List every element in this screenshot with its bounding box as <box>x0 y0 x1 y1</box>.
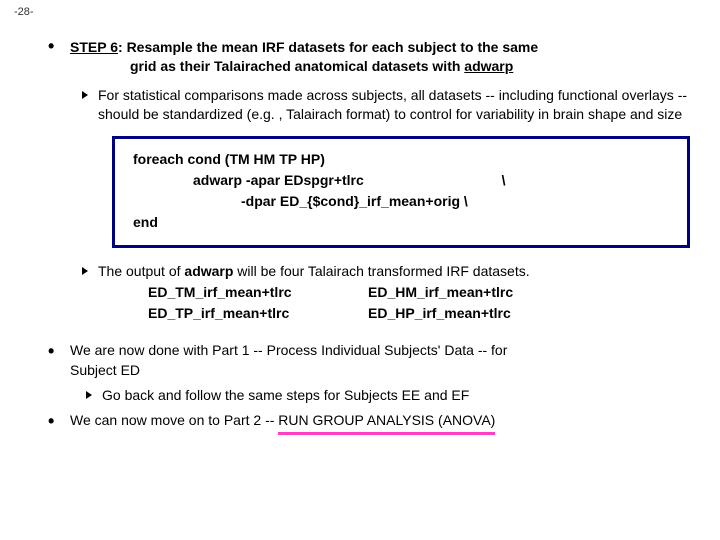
code-box: foreach cond (TM HM TP HP) adwarp -apar … <box>112 136 690 248</box>
sub-bullet-1: For statistical comparisons made across … <box>98 86 700 124</box>
done-bullet-2: We can now move on to Part 2 -- RUN GROU… <box>70 411 700 435</box>
sub2-post: will be four Talairach transformed IRF d… <box>233 263 529 279</box>
code-line-3: -dpar ED_{$cond}_irf_mean+orig \ <box>133 191 669 212</box>
step-label: STEP 6 <box>70 39 118 55</box>
step-title: STEP 6: Resample the mean IRF datasets f… <box>70 38 700 76</box>
sub-bullet-2: The output of adwarp will be four Talair… <box>98 262 700 323</box>
step-tool: adwarp <box>464 58 513 74</box>
code-line-2a: adwarp -apar EDspgr+tlrc <box>193 172 364 188</box>
lower-bullets: We are now done with Part 1 -- Process I… <box>70 341 700 435</box>
out-hp: ED_HP_irf_mean+tlrc <box>368 303 588 323</box>
code-line-2b: \ <box>502 172 506 188</box>
code-line-4: end <box>133 212 669 233</box>
output-files: ED_TM_irf_mean+tlrc ED_TP_irf_mean+tlrc … <box>148 282 700 323</box>
done2-pre: We can now move on to Part 2 -- <box>70 412 278 428</box>
sub2-pre: The output of <box>98 263 184 279</box>
slide-content: STEP 6: Resample the mean IRF datasets f… <box>0 0 720 435</box>
done-bullet-1: We are now done with Part 1 -- Process I… <box>70 341 700 405</box>
out-tp: ED_TP_irf_mean+tlrc <box>148 303 368 323</box>
step-bullet: STEP 6: Resample the mean IRF datasets f… <box>70 38 700 323</box>
code-line-2: adwarp -apar EDspgr+tlrc \ <box>133 170 669 191</box>
step-rest2: grid as their Talairached anatomical dat… <box>130 58 464 74</box>
sub2-bold: adwarp <box>184 263 233 279</box>
step-colon: : <box>118 39 127 55</box>
sub-bullet-3: Go back and follow the same steps for Su… <box>102 386 700 405</box>
code-line-1: foreach cond (TM HM TP HP) <box>133 149 669 170</box>
done2-highlight: RUN GROUP ANALYSIS (ANOVA) <box>278 411 495 435</box>
done1a: We are now done with Part 1 -- Process I… <box>70 342 507 358</box>
step-rest1: Resample the mean IRF datasets for each … <box>127 39 539 55</box>
out-hm: ED_HM_irf_mean+tlrc <box>368 282 588 302</box>
done1b: Subject ED <box>70 362 140 378</box>
page-number: -28- <box>14 6 34 18</box>
out-tm: ED_TM_irf_mean+tlrc <box>148 282 368 302</box>
